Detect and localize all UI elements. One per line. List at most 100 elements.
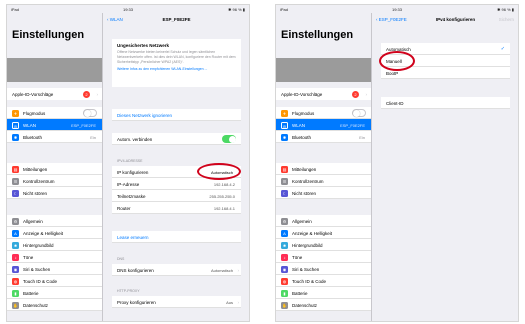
sidebar-item-label: Touch ID & Code [292, 279, 327, 284]
row-label: Router [117, 206, 131, 211]
client-id-label: Client-ID [386, 101, 404, 106]
control-center-icon: ☰ [12, 177, 19, 185]
wifi-detail-pane: ‹ WLAN ESP_F0E2FE Ungesichertes Netzwerk… [104, 13, 249, 321]
sidebar-item-siri[interactable]: ◉ Siri & Suchen [276, 263, 371, 275]
chevron-right-icon: › [96, 91, 99, 97]
nav-bar: ‹ WLAN ESP_F0E2FE [104, 13, 249, 25]
sidebar-item-kontrollzentrum[interactable]: ☰ Kontrollzentrum [7, 175, 102, 187]
lease-group: Lease erneuern [112, 231, 241, 243]
sidebar-item-wlan[interactable]: ◎ WLAN ESP_F0E2FE [276, 119, 371, 131]
sidebar-item-wlan[interactable]: ◎ WLAN ESP_F0E2FE [7, 119, 102, 131]
notifications-group: ▤ Mitteilungen ☰ Kontrollzentrum ☾ Nicht… [7, 163, 102, 199]
general-group: ⚙ Allgemein A Anzeige & Helligkeit ❀ Hin… [276, 215, 371, 311]
airplane-mode-toggle[interactable] [83, 109, 97, 117]
sidebar-item-label: Bluetooth [23, 135, 43, 140]
dns-configure-row[interactable]: DNS konfigurieren Automatisch › [112, 264, 241, 276]
fingerprint-icon: ◍ [12, 277, 19, 285]
ip-address-row: IP-Adresse 192.168.4.2 [112, 178, 241, 190]
nav-bar: ‹ ESP_F0E2FE IPv4 konfigurieren Sichern [373, 13, 518, 25]
sidebar-item-datenschutz[interactable]: ✋ Datenschutz [7, 299, 102, 311]
sidebar-item-anzeige[interactable]: A Anzeige & Helligkeit [276, 227, 371, 239]
option-bootp[interactable]: BootP [381, 67, 510, 79]
bluetooth-icon: ✱ [281, 133, 288, 141]
sidebar-item-anzeige[interactable]: A Anzeige & Helligkeit [7, 227, 102, 239]
more-info-link[interactable]: Weitere Infos zu den empfohlenen WLAN-Ei… [117, 67, 236, 71]
sidebar-item-flugmodus[interactable]: ✈ Flugmodus [7, 107, 102, 119]
sidebar-item-bluetooth[interactable]: ✱ Bluetooth Ein [7, 131, 102, 143]
sidebar-item-toene[interactable]: ♪ Töne [276, 251, 371, 263]
sidebar-item-siri[interactable]: ◉ Siri & Suchen [7, 263, 102, 275]
moon-icon: ☾ [12, 189, 19, 197]
sidebar-item-nicht-stoeren[interactable]: ☾ Nicht stören [276, 187, 371, 199]
sidebar-item-nicht-stoeren[interactable]: ☾ Nicht stören [7, 187, 102, 199]
hand-icon: ✋ [281, 301, 288, 309]
sidebar-item-label: Siri & Suchen [23, 267, 51, 272]
sidebar-item-touch-id[interactable]: ◍ Touch ID & Code [276, 275, 371, 287]
row-label: IP-Adresse [117, 182, 140, 187]
renew-lease-button[interactable]: Lease erneuern [112, 231, 241, 243]
apple-id-suggestions-row[interactable]: Apple-ID-Vorschläge 2 › [7, 88, 102, 100]
warning-text: Offene Netzwerke bieten keinerlei Schutz… [117, 50, 236, 64]
option-label: Manuell [386, 59, 402, 64]
left-ipad-screen: iPad 19:33 ✱ 96 % ▮ Einstellungen Apple-… [6, 4, 250, 322]
auto-join-row: Autom. verbinden [112, 133, 241, 145]
sidebar-item-batterie[interactable]: ▮ Batterie [7, 287, 102, 299]
sidebar-item-batterie[interactable]: ▮ Batterie [276, 287, 371, 299]
sidebar-item-label: Kontrollzentrum [23, 179, 55, 184]
option-automatisch[interactable]: Automatisch ✓ [381, 43, 510, 55]
sidebar-item-datenschutz[interactable]: ✋ Datenschutz [276, 299, 371, 311]
sidebar-item-label: Batterie [292, 291, 308, 296]
apple-id-suggestions-row[interactable]: Apple-ID-Vorschläge 2 › [276, 88, 371, 100]
sidebar-item-flugmodus[interactable]: ✈ Flugmodus [276, 107, 371, 119]
proxy-section-header: HTTP-PROXY [117, 289, 140, 293]
chevron-right-icon: › [365, 91, 368, 97]
sidebar-item-label: WLAN [23, 123, 37, 128]
chevron-right-icon: › [237, 267, 240, 273]
ipv4-config-pane: ‹ ESP_F0E2FE IPv4 konfigurieren Sichern … [373, 13, 518, 321]
sidebar-item-hintergrundbild[interactable]: ❀ Hintergrundbild [7, 239, 102, 251]
dns-section-header: DNS [117, 257, 125, 261]
sidebar-item-value: Ein [90, 135, 96, 140]
renew-lease-label: Lease erneuern [117, 235, 149, 240]
sidebar-item-allgemein[interactable]: ⚙ Allgemein [276, 215, 371, 227]
sidebar-item-label: Anzeige & Helligkeit [23, 231, 64, 236]
battery-icon: ▮ [12, 289, 19, 297]
sidebar-item-label: Flugmodus [292, 111, 315, 116]
sidebar-item-bluetooth[interactable]: ✱ Bluetooth Ein [276, 131, 371, 143]
sidebar-item-mitteilungen[interactable]: ▤ Mitteilungen [7, 163, 102, 175]
sidebar-item-hintergrundbild[interactable]: ❀ Hintergrundbild [276, 239, 371, 251]
apple-id-suggestions-label: Apple-ID-Vorschläge [12, 92, 54, 97]
apple-id-profile-banner[interactable] [7, 58, 102, 82]
ignore-network-button[interactable]: Dieses Netzwerk ignorieren [112, 109, 241, 121]
row-value: Aus [226, 300, 233, 305]
battery-icon: ▮ [281, 289, 288, 297]
sidebar-item-touch-id[interactable]: ◍ Touch ID & Code [7, 275, 102, 287]
apple-id-profile-banner[interactable] [276, 58, 371, 82]
gear-icon: ⚙ [12, 217, 19, 225]
sidebar-item-mitteilungen[interactable]: ▤ Mitteilungen [276, 163, 371, 175]
ipv4-group: IP konfigurieren Automatisch › IP-Adress… [112, 166, 241, 214]
status-bar: iPad 19:33 ✱ 96 % ▮ [276, 5, 518, 13]
sidebar-item-kontrollzentrum[interactable]: ☰ Kontrollzentrum [276, 175, 371, 187]
chevron-right-icon: › [237, 169, 240, 175]
chevron-right-icon: › [237, 299, 240, 305]
sidebar-item-label: Bluetooth [292, 135, 312, 140]
sidebar-item-toene[interactable]: ♪ Töne [7, 251, 102, 263]
sidebar-item-label: Töne [23, 255, 34, 260]
auto-join-toggle[interactable] [222, 135, 236, 143]
save-button[interactable]: Sichern [499, 17, 514, 22]
proxy-configure-row[interactable]: Proxy konfigurieren Aus › [112, 296, 241, 308]
checkmark-icon: ✓ [500, 46, 505, 52]
ipv4-section-header: IPV4-ADRESSE [117, 159, 143, 163]
option-manuell[interactable]: Manuell [381, 55, 510, 67]
ip-configure-row[interactable]: IP konfigurieren Automatisch › [112, 166, 241, 178]
sidebar-item-label: Anzeige & Helligkeit [292, 231, 333, 236]
client-id-field[interactable]: Client-ID [381, 97, 510, 109]
battery-indicator: ✱ 96 % ▮ [228, 7, 245, 12]
row-value: Automatisch [210, 170, 233, 175]
warning-title: Ungesichertes Netzwerk [117, 43, 170, 48]
sidebar-item-label: Nicht stören [292, 191, 317, 196]
sidebar-item-label: Touch ID & Code [23, 279, 58, 284]
sidebar-item-allgemein[interactable]: ⚙ Allgemein [7, 215, 102, 227]
airplane-mode-toggle[interactable] [352, 109, 366, 117]
